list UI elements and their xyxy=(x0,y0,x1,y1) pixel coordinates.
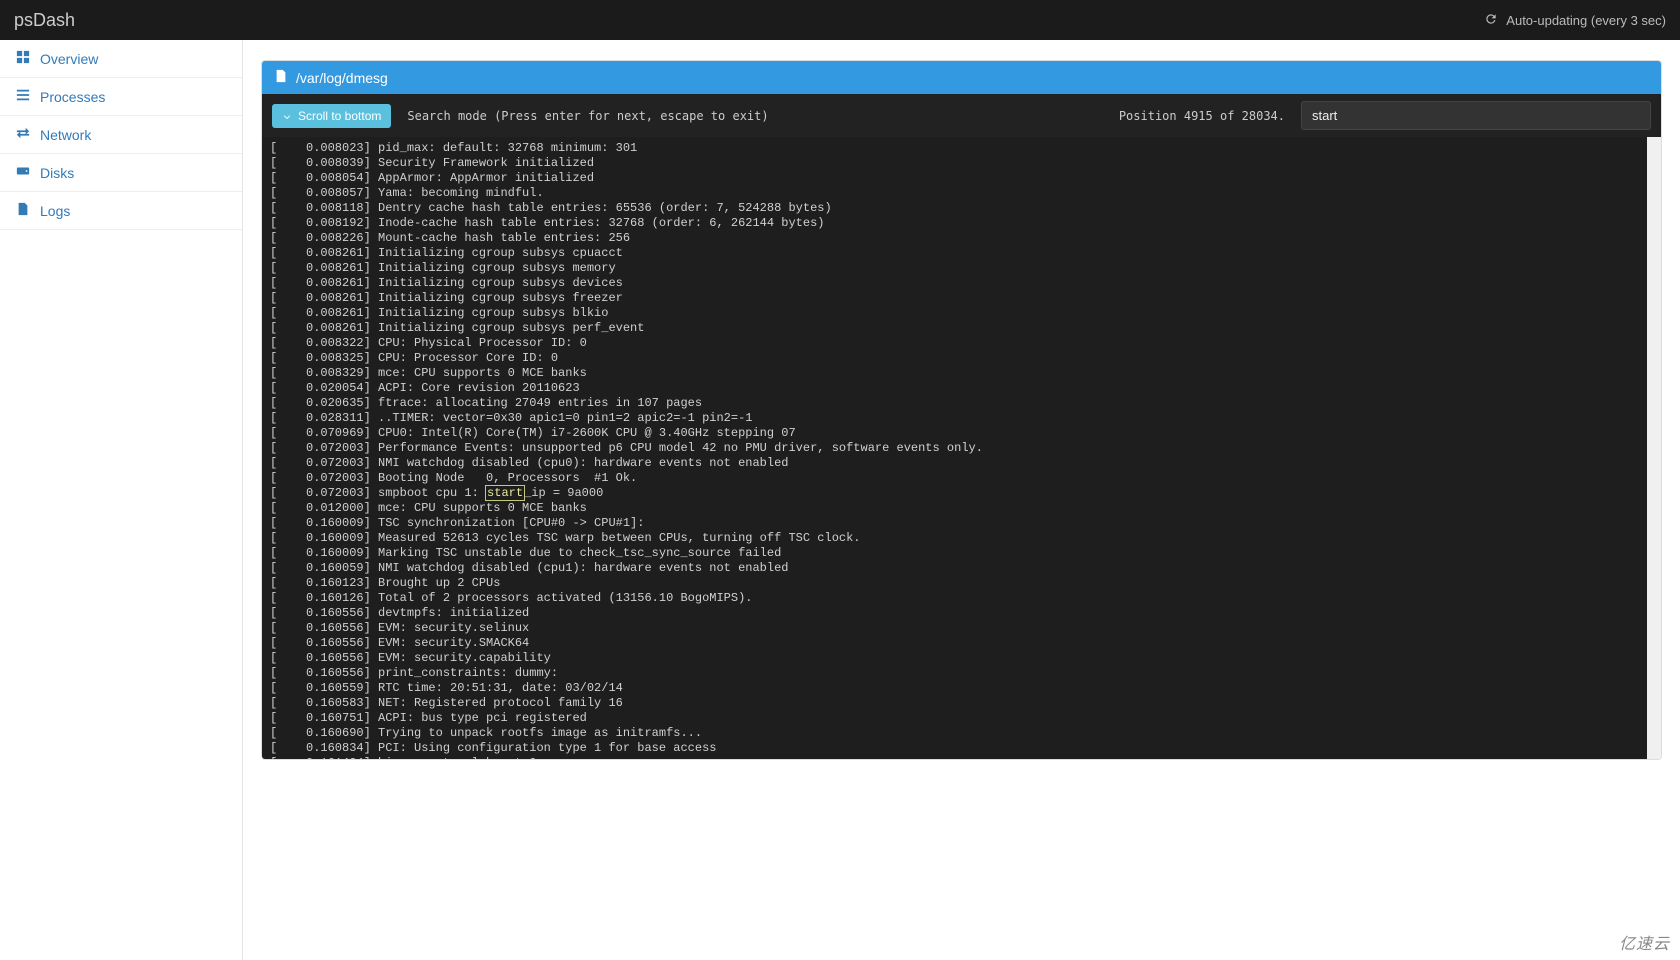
arrow-down-icon xyxy=(282,111,292,121)
sidebar-item-overview[interactable]: Overview xyxy=(0,40,242,78)
log-panel: /var/log/dmesg Scroll to bottom Search m… xyxy=(261,60,1662,760)
log-output[interactable]: [ 0.008023] pid_max: default: 32768 mini… xyxy=(262,137,1661,759)
refresh-icon xyxy=(1484,12,1498,29)
log-toolbar: Scroll to bottom Search mode (Press ente… xyxy=(262,94,1661,137)
topbar: psDash Auto-updating (every 3 sec) xyxy=(0,0,1680,40)
sidebar-item-label: Disks xyxy=(40,165,74,181)
sidebar-item-label: Network xyxy=(40,127,91,143)
watermark: 亿速云 xyxy=(1619,930,1670,954)
scroll-bottom-button[interactable]: Scroll to bottom xyxy=(272,104,391,128)
auto-update-label: Auto-updating (every 3 sec) xyxy=(1506,13,1666,28)
list-icon xyxy=(16,88,30,105)
panel-title: /var/log/dmesg xyxy=(296,70,388,86)
sidebar-item-logs[interactable]: Logs xyxy=(0,192,242,230)
sidebar-item-label: Logs xyxy=(40,203,70,219)
sidebar: Overview Processes Network Disks Logs xyxy=(0,40,243,960)
scroll-bottom-label: Scroll to bottom xyxy=(298,109,381,123)
th-large-icon xyxy=(16,50,30,67)
position-label: Position 4915 of 28034. xyxy=(1119,109,1285,123)
sidebar-item-label: Processes xyxy=(40,89,105,105)
exchange-icon xyxy=(16,126,30,143)
hdd-icon xyxy=(16,164,30,181)
sidebar-item-disks[interactable]: Disks xyxy=(0,154,242,192)
brand[interactable]: psDash xyxy=(14,10,75,31)
file-icon xyxy=(274,69,288,86)
sidebar-item-network[interactable]: Network xyxy=(0,116,242,154)
main-content: /var/log/dmesg Scroll to bottom Search m… xyxy=(243,40,1680,960)
search-mode-label: Search mode (Press enter for next, escap… xyxy=(407,109,768,123)
sidebar-item-label: Overview xyxy=(40,51,98,67)
file-icon xyxy=(16,202,30,219)
panel-header: /var/log/dmesg xyxy=(262,61,1661,94)
auto-update-status[interactable]: Auto-updating (every 3 sec) xyxy=(1484,12,1666,29)
sidebar-item-processes[interactable]: Processes xyxy=(0,78,242,116)
search-input[interactable] xyxy=(1301,101,1651,130)
